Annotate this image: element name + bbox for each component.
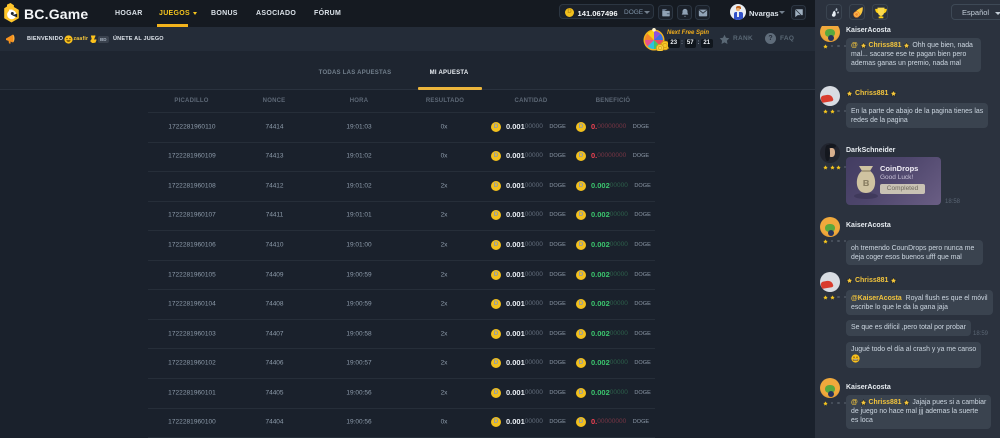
- svg-text:ʙ: ʙ: [863, 177, 870, 189]
